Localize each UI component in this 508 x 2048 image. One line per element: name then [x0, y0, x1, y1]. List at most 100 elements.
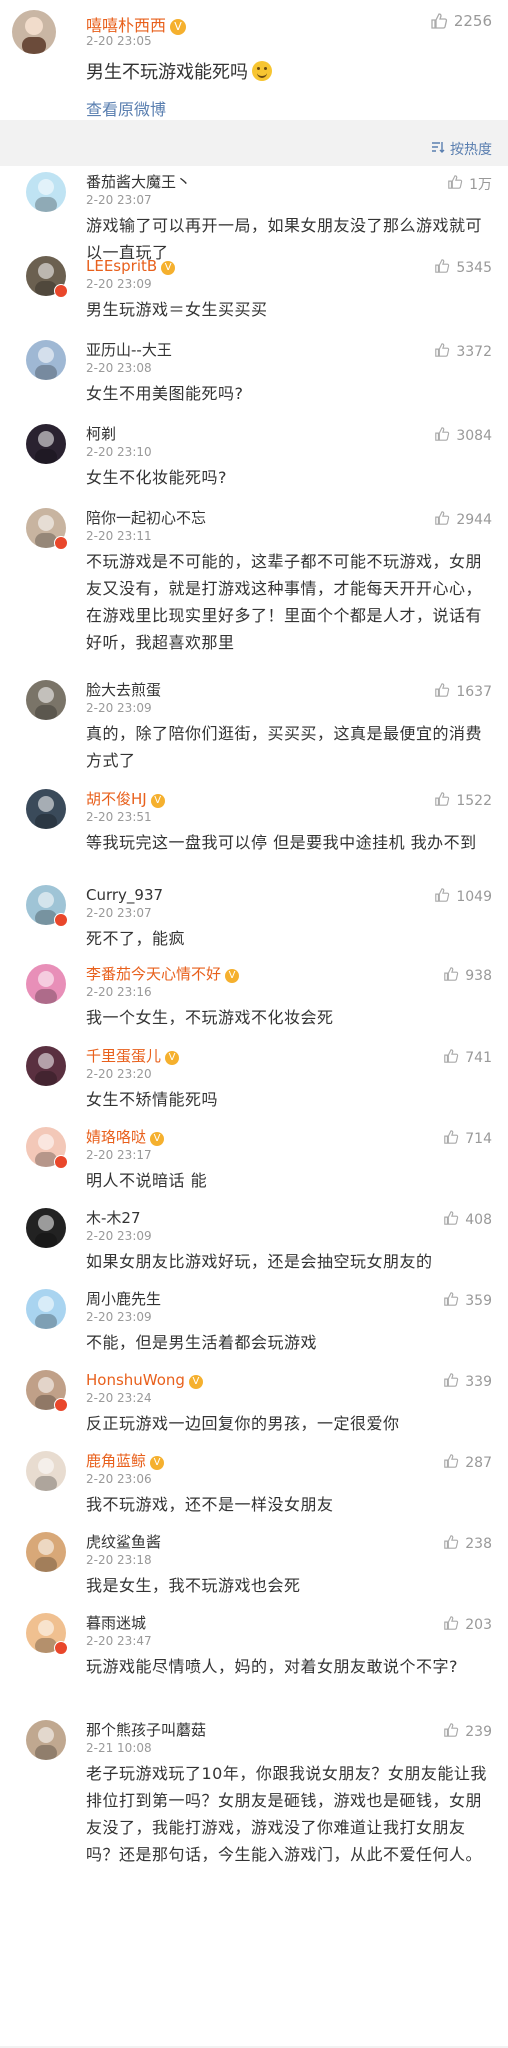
- comment-item: 虎纹鲨鱼酱 2-20 23:18 我是女生，我不玩游戏也会死 238: [0, 1532, 508, 1611]
- comment-like-button[interactable]: 1049: [434, 887, 492, 907]
- comment-username[interactable]: 李番茄今天心情不好 V: [86, 964, 492, 984]
- thumbs-up-icon: [443, 1372, 459, 1392]
- post-like-button[interactable]: 2256: [430, 12, 492, 30]
- comment-like-button[interactable]: 3372: [434, 342, 492, 362]
- comment-avatar[interactable]: [26, 172, 66, 212]
- comment-item: HonshuWong V 2-20 23:24 反正玩游戏一边回复你的男孩，一定很爱你…: [0, 1370, 508, 1449]
- comment-like-button[interactable]: 203: [443, 1615, 492, 1635]
- comment-username[interactable]: 胡不俊HJ V: [86, 789, 492, 809]
- comment-like-button[interactable]: 714: [443, 1129, 492, 1149]
- comment-username[interactable]: LEEspritB V: [86, 256, 492, 276]
- comment-username[interactable]: 柯剃: [86, 424, 492, 444]
- comment-username-text: 暮雨迷城: [86, 1614, 147, 1632]
- thumbs-up-icon: [434, 887, 450, 907]
- comment-time: 2-20 23:20: [86, 1067, 152, 1081]
- comment-like-button[interactable]: 938: [443, 966, 492, 986]
- vip-badge-icon: V: [150, 1456, 165, 1470]
- thumbs-up-icon: [434, 258, 450, 278]
- comment-like-button[interactable]: 5345: [434, 258, 492, 278]
- vip-badge-icon: V: [225, 969, 240, 983]
- comment-like-count: 359: [465, 1293, 492, 1309]
- comment-like-button[interactable]: 408: [443, 1210, 492, 1230]
- member-badge-icon: [54, 284, 68, 298]
- comment-like-button[interactable]: 1522: [434, 791, 492, 811]
- comment-like-button[interactable]: 239: [443, 1722, 492, 1742]
- comment-username[interactable]: 暮雨迷城: [86, 1613, 492, 1633]
- thumbs-up-icon: [443, 966, 459, 986]
- comment-avatar[interactable]: [26, 1532, 66, 1572]
- comment-username[interactable]: 千里蛋蛋儿 V: [86, 1046, 492, 1066]
- comment-time: 2-20 23:09: [86, 277, 152, 291]
- comment-item: 柯剃 2-20 23:10 女生不化妆能死吗? 3084: [0, 424, 508, 503]
- member-badge-icon: [54, 1398, 68, 1412]
- comment-username[interactable]: 脸大去煎蛋: [86, 680, 492, 700]
- comment-time: 2-20 23:18: [86, 1553, 152, 1567]
- comment-avatar[interactable]: [26, 1720, 66, 1760]
- comment-time: 2-20 23:09: [86, 701, 152, 715]
- avatar-image: [26, 340, 66, 380]
- comment-username-text: HonshuWong: [86, 1371, 185, 1389]
- comment-like-button[interactable]: 339: [443, 1372, 492, 1392]
- comment-username-text: 脸大去煎蛋: [86, 681, 162, 699]
- comment-username-text: 李番茄今天心情不好: [86, 965, 222, 983]
- sort-by-hot-button[interactable]: 按热度: [431, 139, 492, 159]
- avatar-image: [26, 964, 66, 1004]
- comment-text: 真的，除了陪你们逛街，买买买，这真是最便宜的消费方式了: [86, 724, 483, 770]
- comment-avatar[interactable]: [26, 964, 66, 1004]
- comment-username-text: 婧珞咯哒: [86, 1128, 147, 1146]
- thumbs-up-icon: [443, 1722, 459, 1742]
- comment-username[interactable]: 那个熊孩子叫蘑菇: [86, 1720, 492, 1740]
- comment-like-count: 1637: [456, 684, 492, 700]
- comment-username[interactable]: 木-木27: [86, 1208, 492, 1228]
- comment-avatar[interactable]: [26, 1046, 66, 1086]
- vip-badge-icon: V: [150, 1132, 165, 1146]
- comment-like-button[interactable]: 359: [443, 1291, 492, 1311]
- avatar-image: [26, 1289, 66, 1329]
- comment-username[interactable]: 周小鹿先生: [86, 1289, 492, 1309]
- comment-username[interactable]: 番茄酱大魔王丶: [86, 172, 492, 192]
- comment-avatar[interactable]: [26, 680, 66, 720]
- comment-username[interactable]: 鹿角蓝鲸 V: [86, 1451, 492, 1471]
- comment-username[interactable]: 虎纹鲨鱼酱: [86, 1532, 492, 1552]
- comment-avatar[interactable]: [26, 1208, 66, 1248]
- comment-username[interactable]: 陪你一起初心不忘: [86, 508, 492, 528]
- comment-avatar[interactable]: [26, 789, 66, 829]
- comment-item: Curry_937 2-20 23:07 死不了，能疯 1049: [0, 885, 508, 964]
- comment-like-count: 938: [465, 968, 492, 984]
- view-original-link[interactable]: 查看原微博: [86, 96, 166, 120]
- avatar-image: [26, 1451, 66, 1491]
- member-badge-icon: [54, 536, 68, 550]
- comment-avatar[interactable]: [26, 340, 66, 380]
- comment-like-button[interactable]: 238: [443, 1534, 492, 1554]
- comment-like-button[interactable]: 2944: [434, 510, 492, 530]
- avatar-image: [26, 1046, 66, 1086]
- comment-like-button[interactable]: 3084: [434, 426, 492, 446]
- comment-like-count: 238: [465, 1536, 492, 1552]
- comment-text: 女生不矫情能死吗: [86, 1090, 219, 1109]
- comment-like-count: 1049: [456, 889, 492, 905]
- comment-username[interactable]: Curry_937: [86, 885, 492, 905]
- comment-like-count: 3084: [456, 428, 492, 444]
- comment-like-button[interactable]: 1637: [434, 682, 492, 702]
- comment-username[interactable]: 亚历山--大王: [86, 340, 492, 360]
- comment-time: 2-20 23:09: [86, 1310, 152, 1324]
- comment-username[interactable]: HonshuWong V: [86, 1370, 492, 1390]
- comment-time: 2-20 23:09: [86, 1229, 152, 1243]
- comment-like-button[interactable]: 1万: [447, 174, 492, 194]
- comment-like-count: 287: [465, 1455, 492, 1471]
- comment-like-button[interactable]: 741: [443, 1048, 492, 1068]
- post-avatar[interactable]: [12, 10, 56, 54]
- comment-like-count: 239: [465, 1724, 492, 1740]
- comment-text: 女生不用美图能死吗?: [86, 384, 244, 403]
- comment-item: 脸大去煎蛋 2-20 23:09 真的，除了陪你们逛街，买买买，这真是最便宜的消费方…: [0, 680, 508, 786]
- avatar-image: [26, 789, 66, 829]
- post-username[interactable]: 嘻嘻朴西西 V: [86, 12, 187, 36]
- comment-avatar[interactable]: [26, 1289, 66, 1329]
- original-post: 嘻嘻朴西西 V 2-20 23:05 2256 男生不玩游戏能死吗 查看原微博: [0, 0, 508, 120]
- comment-username[interactable]: 婧珞咯哒 V: [86, 1127, 492, 1147]
- comment-item: 那个熊孩子叫蘑菇 2-21 10:08 老子玩游戏玩了10年，你跟我说女朋友？女朋友…: [0, 1720, 508, 1880]
- comment-like-button[interactable]: 287: [443, 1453, 492, 1473]
- avatar-image: [26, 680, 66, 720]
- comment-avatar[interactable]: [26, 1451, 66, 1491]
- comment-avatar[interactable]: [26, 424, 66, 464]
